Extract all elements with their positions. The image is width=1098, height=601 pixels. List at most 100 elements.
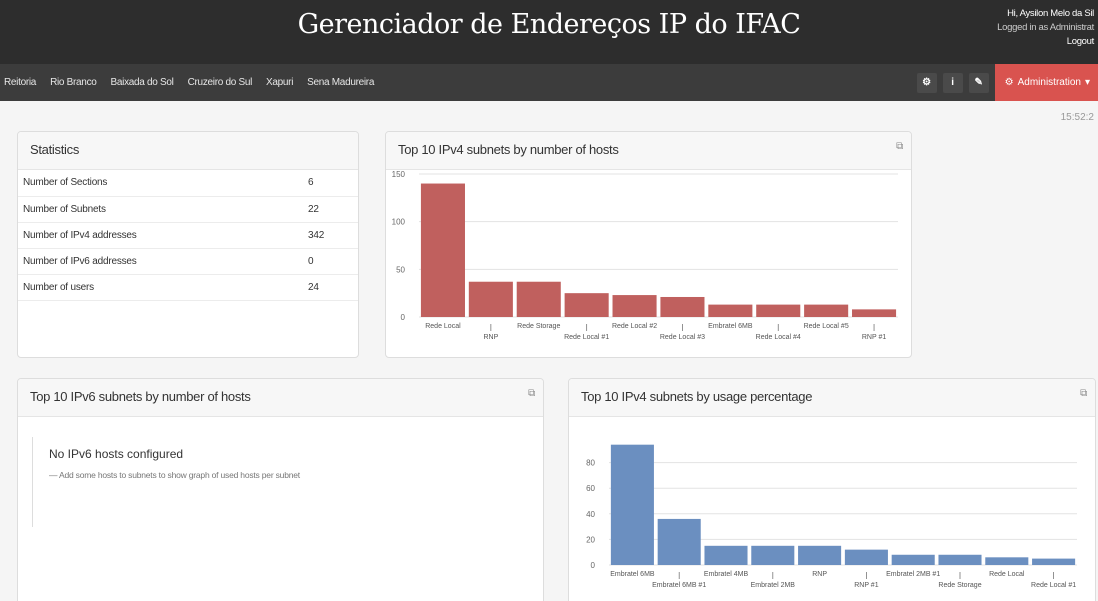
x-tick-label: RNP — [483, 334, 498, 341]
x-tick-label: RNP #1 — [862, 334, 886, 341]
x-tick-label: Embratel 6MB — [708, 323, 753, 330]
empty-state: No IPv6 hosts configured — Add some host… — [32, 437, 300, 527]
nav-item-xapuri[interactable]: Xapuri — [266, 77, 293, 88]
x-tick-label: Embratel 2MB — [751, 582, 796, 589]
bar[interactable] — [612, 295, 657, 317]
bar[interactable] — [844, 549, 888, 565]
external-link-icon[interactable]: ⧉ — [896, 141, 903, 152]
x-tick-label: Embratel 2MB #1 — [886, 571, 940, 578]
empty-state-hint: — Add some hosts to subnets to show grap… — [49, 470, 300, 480]
table-row: Number of IPv4 addresses 342 — [18, 222, 358, 249]
x-tick-label: Rede Local #5 — [804, 323, 849, 330]
y-tick-label: 0 — [591, 561, 596, 570]
statistics-panel: Statistics Number of Sections 6 Number o… — [17, 131, 359, 358]
ipv6-hosts-title: Top 10 IPv6 subnets by number of hosts ⧉ — [18, 379, 543, 417]
x-tick-label: Embratel 4MB — [704, 571, 749, 578]
x-tick-label: Rede Storage — [517, 323, 560, 330]
ipv4-hosts-panel: Top 10 IPv4 subnets by number of hosts ⧉… — [385, 131, 912, 358]
administration-label: Administration — [1017, 77, 1081, 88]
table-row: Number of Subnets 22 — [18, 196, 358, 223]
y-tick-label: 50 — [396, 265, 405, 274]
bar[interactable] — [657, 518, 701, 565]
bar[interactable] — [756, 304, 801, 317]
ipv4-usage-title: Top 10 IPv4 subnets by usage percentage … — [569, 379, 1095, 417]
nav-item-rio-branco[interactable]: Rio Branco — [50, 77, 97, 88]
y-tick-label: 0 — [401, 313, 406, 322]
x-tick-label: Rede Local #3 — [660, 334, 705, 341]
x-tick-label: Rede Local #4 — [756, 334, 801, 341]
section-navbar: Reitoria Rio Branco Baixada do Sol Cruze… — [0, 64, 1098, 101]
administration-menu-button[interactable]: ⚙ Administration ▾ — [994, 64, 1098, 101]
bar[interactable] — [564, 293, 609, 317]
user-info: Hi, Aysilon Melo da Sil Logged in as Adm… — [997, 7, 1094, 49]
gear-icon: ⚙ — [1004, 77, 1014, 88]
ipv4-usage-chart: 0 20 40 60 80 Embratel 6MB Embratel 6MB #1 Embr… — [586, 444, 1077, 589]
bar[interactable] — [798, 545, 842, 565]
bar[interactable] — [985, 557, 1029, 565]
bar[interactable] — [938, 554, 982, 565]
wrench-icon[interactable]: ✎ — [968, 72, 989, 93]
app-title: Gerenciador de Endereços IP do IFAC — [297, 9, 801, 40]
info-icon[interactable]: i — [942, 72, 963, 93]
x-tick-label: Rede Local #2 — [612, 323, 657, 330]
bar[interactable] — [420, 183, 465, 317]
logout-link[interactable]: Logout — [997, 35, 1095, 49]
nav-item-sena-madureira[interactable]: Sena Madureira — [307, 77, 374, 88]
bar[interactable] — [1032, 558, 1076, 565]
bar[interactable] — [852, 309, 897, 317]
stat-label: Number of IPv4 addresses — [18, 222, 303, 249]
nav-item-cruzeiro-do-sul[interactable]: Cruzeiro do Sul — [188, 77, 253, 88]
y-tick-label: 20 — [586, 535, 595, 544]
stat-label: Number of users — [18, 274, 303, 301]
empty-state-title: No IPv6 hosts configured — [49, 447, 184, 461]
x-tick-label: Rede Storage — [938, 582, 981, 589]
bar[interactable] — [804, 304, 849, 317]
nav-item-reitoria[interactable]: Reitoria — [4, 77, 36, 88]
stat-label: Number of IPv6 addresses — [18, 248, 303, 275]
chevron-down-icon: ▾ — [1084, 77, 1090, 88]
clock: 15:52:2 — [1060, 112, 1094, 123]
y-tick-label: 150 — [392, 170, 406, 179]
bar[interactable] — [751, 545, 795, 565]
ipv4-hosts-title: Top 10 IPv4 subnets by number of hosts ⧉ — [386, 132, 911, 170]
x-tick-label: RNP #1 — [854, 582, 878, 589]
top-header: Gerenciador de Endereços IP do IFAC Hi, … — [0, 0, 1098, 64]
x-tick-label: Rede Local — [989, 571, 1025, 578]
panel-title: Top 10 IPv6 subnets by number of hosts — [30, 389, 251, 404]
bar[interactable] — [708, 304, 753, 317]
nav-item-baixada-do-sol[interactable]: Baixada do Sol — [111, 77, 174, 88]
statistics-table: Number of Sections 6 Number of Subnets 2… — [18, 170, 358, 301]
external-link-icon[interactable]: ⧉ — [528, 388, 535, 399]
x-tick-label: Rede Local — [425, 323, 461, 330]
external-link-icon[interactable]: ⧉ — [1080, 388, 1087, 399]
bar[interactable] — [516, 281, 561, 317]
chart-title: Top 10 IPv4 subnets by number of hosts — [398, 142, 619, 157]
x-tick-label: Embratel 6MB — [610, 571, 655, 578]
x-tick-label: Rede Local #1 — [1031, 582, 1076, 589]
x-tick-label: Embratel 6MB #1 — [652, 582, 706, 589]
bar[interactable] — [891, 554, 935, 565]
y-tick-label: 60 — [586, 484, 595, 493]
stat-value: 6 — [303, 170, 358, 197]
section-list: Reitoria Rio Branco Baixada do Sol Cruze… — [4, 64, 374, 101]
table-row: Number of users 24 — [18, 274, 358, 301]
x-tick-label: Rede Local #1 — [564, 334, 609, 341]
ipv4-hosts-chart: 0 50 100 150 Rede Local RNP Rede Storage Rede L… — [392, 170, 898, 341]
stat-label: Number of Sections — [18, 170, 303, 197]
chart-title: Top 10 IPv4 subnets by usage percentage — [581, 389, 813, 404]
x-tick-label: RNP — [812, 571, 827, 578]
ipv4-usage-panel: Top 10 IPv4 subnets by usage percentage … — [568, 378, 1096, 601]
stat-value: 24 — [303, 274, 358, 301]
y-tick-label: 80 — [586, 459, 595, 468]
statistics-title: Statistics — [18, 132, 358, 170]
y-tick-label: 100 — [392, 218, 406, 227]
bar[interactable] — [610, 444, 654, 565]
stat-value: 342 — [303, 222, 358, 249]
dashboard-icon[interactable]: ⚙ — [916, 72, 937, 93]
y-tick-label: 40 — [586, 510, 595, 519]
bar[interactable] — [704, 545, 748, 565]
bar[interactable] — [660, 296, 705, 317]
stat-label: Number of Subnets — [18, 196, 303, 223]
bar[interactable] — [468, 281, 513, 317]
stat-value: 22 — [303, 196, 358, 223]
